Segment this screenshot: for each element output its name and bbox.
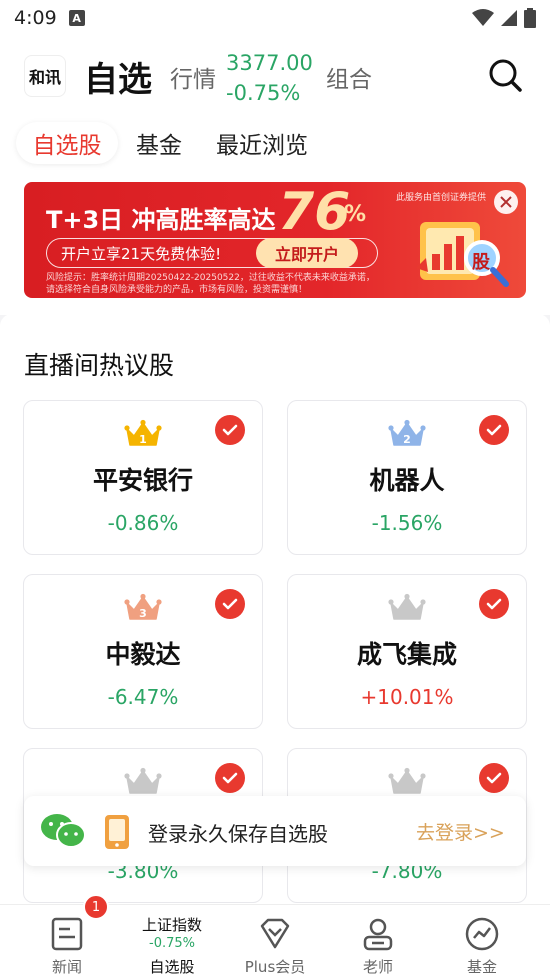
crown-icon <box>388 767 426 794</box>
added-check-icon[interactable] <box>479 415 509 445</box>
teacher-icon <box>363 918 393 951</box>
news-badge: 1 <box>83 894 109 920</box>
banner-percent: % <box>344 202 367 227</box>
nav-index-change: -0.75% <box>149 936 195 951</box>
added-check-icon[interactable] <box>215 589 245 619</box>
page-title: 自选 <box>84 60 152 100</box>
news-icon <box>51 917 83 951</box>
nav-plus[interactable]: Plus会员 <box>225 905 325 979</box>
login-prompt-text: 登录永久保存自选股 <box>148 822 328 846</box>
portfolio-tab[interactable]: 组合 <box>326 60 372 94</box>
crown-icon <box>388 593 426 620</box>
stock-change: -0.86% <box>107 511 179 535</box>
index-change[interactable]: -0.75% <box>226 80 300 106</box>
banner-area: T+3日 冲高胜率高达 76 % 此服务由首创证券提供 开户立享21天免费体验!… <box>0 180 550 315</box>
watchlist-tabs: 自选股 基金 最近浏览 <box>0 116 550 180</box>
nav-watchlist-label: 自选股 <box>149 958 195 976</box>
status-time: 4:09 <box>14 7 57 29</box>
crown-rank: 3 <box>139 607 147 620</box>
crown-rank: 1 <box>139 433 147 446</box>
nav-index-name: 上证指数 <box>141 916 202 934</box>
banner-art-glyph: 股 <box>472 252 490 273</box>
promo-banner[interactable]: T+3日 冲高胜率高达 76 % 此服务由首创证券提供 开户立享21天免费体验!… <box>24 182 526 298</box>
market-tab[interactable]: 行情 <box>170 60 216 94</box>
search-icon[interactable] <box>486 56 524 94</box>
tab-recently-viewed[interactable]: 最近浏览 <box>206 122 318 164</box>
wifi-icon <box>472 9 494 26</box>
crown-icon: 2 <box>388 419 426 446</box>
section-title: 直播间热议股 <box>24 351 175 380</box>
nav-fund[interactable]: 基金 <box>432 905 532 979</box>
diamond-icon <box>260 918 290 949</box>
hexun-logo: 和讯 <box>24 55 66 97</box>
notification-a-icon: A <box>68 10 85 26</box>
stock-change: -6.47% <box>107 685 179 709</box>
crown-icon: 1 <box>124 419 162 446</box>
stock-card[interactable]: 2 机器人 -1.56% <box>287 400 527 555</box>
phone-login-icon[interactable] <box>104 814 130 850</box>
login-prompt-bar[interactable]: 登录永久保存自选股 去登录>> <box>24 796 526 866</box>
wechat-icon[interactable] <box>40 812 86 850</box>
signal-icon <box>501 10 517 26</box>
nav-watchlist[interactable]: 上证指数 -0.75% 自选股 <box>122 905 222 979</box>
stock-card[interactable]: 1 平安银行 -0.86% <box>23 400 263 555</box>
added-check-icon[interactable] <box>479 763 509 793</box>
open-account-button[interactable]: 立即开户 <box>256 238 358 268</box>
nav-teacher-label: 老师 <box>362 958 393 976</box>
tab-funds[interactable]: 基金 <box>124 122 194 164</box>
stock-change: +10.01% <box>360 685 454 709</box>
stock-name: 机器人 <box>369 466 445 495</box>
go-login-link[interactable]: 去登录>> <box>416 818 505 845</box>
stock-name: 平安银行 <box>92 466 193 495</box>
stock-chart-illustration <box>416 222 509 287</box>
battery-icon <box>524 8 536 28</box>
index-value[interactable]: 3377.00 <box>226 50 313 76</box>
app-header: 和讯 自选 行情 3377.00 -0.75% 组合 <box>0 36 550 116</box>
nav-plus-label: Plus会员 <box>244 958 306 976</box>
banner-provider: 此服务由首创证券提供 <box>396 193 487 203</box>
stock-name: 中毅达 <box>105 640 181 669</box>
risk-line-1: 风险提示：胜率统计周期20250422-20250522，过往收益不代表未来收益… <box>46 273 375 283</box>
bottom-nav: 1 新闻 上证指数 -0.75% 自选股 Plus会员 老师 基金 <box>0 894 550 979</box>
crown-icon: 3 <box>124 593 162 620</box>
crown-rank: 2 <box>403 433 411 446</box>
risk-line-2: 请选择符合自身风险承受能力的产品，市场有风险，投资需谨慎！ <box>46 285 308 295</box>
nav-teacher[interactable]: 老师 <box>328 905 428 979</box>
nav-news-label: 新闻 <box>51 958 82 976</box>
status-bar: 4:09 A <box>0 0 550 36</box>
fund-chart-icon <box>465 917 499 951</box>
close-banner-icon[interactable] <box>494 190 518 214</box>
stock-change: -1.56% <box>371 511 443 535</box>
stock-name: 成飞集成 <box>356 640 457 669</box>
nav-fund-label: 基金 <box>466 958 497 976</box>
tab-watchlist-stocks[interactable]: 自选股 <box>16 122 118 164</box>
added-check-icon[interactable] <box>215 763 245 793</box>
status-icons <box>472 8 536 28</box>
added-check-icon[interactable] <box>479 589 509 619</box>
crown-icon <box>124 767 162 794</box>
banner-big-number: 76 <box>278 182 351 242</box>
added-check-icon[interactable] <box>215 415 245 445</box>
stock-card[interactable]: 成飞集成 +10.01% <box>287 574 527 729</box>
banner-headline: T+3日 冲高胜率高达 <box>46 206 276 234</box>
stock-card[interactable]: 3 中毅达 -6.47% <box>23 574 263 729</box>
banner-risk-notice: 风险提示：胜率统计周期20250422-20250522，过往收益不代表未来收益… <box>46 272 406 296</box>
banner-offer-text: 开户立享21天免费体验! <box>61 244 222 263</box>
nav-news[interactable]: 1 新闻 <box>17 894 117 979</box>
